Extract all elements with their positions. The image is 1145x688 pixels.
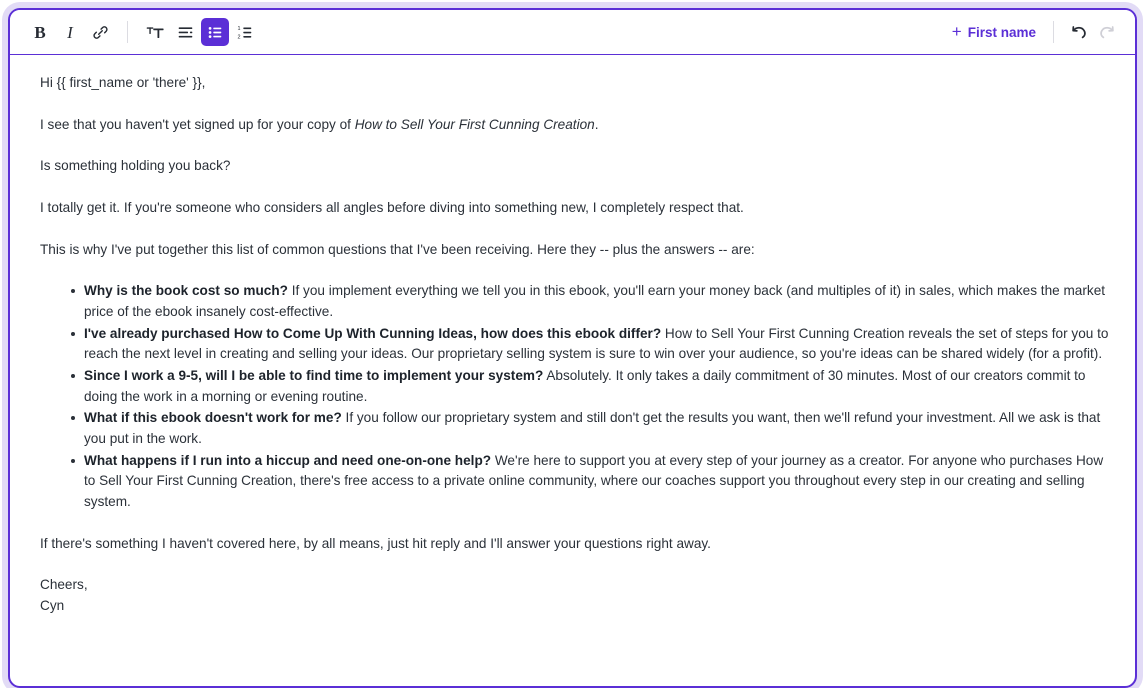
book-title-italic: How to Sell Your First Cunning Creation xyxy=(354,116,595,132)
email-body-editable-area[interactable]: Hi {{ first_name or 'there' }}, I see th… xyxy=(10,55,1135,676)
list-item: What happens if I run into a hiccup and … xyxy=(71,451,1113,513)
italic-icon: I xyxy=(67,22,73,42)
toolbar-divider xyxy=(127,21,128,43)
link-button[interactable] xyxy=(86,18,114,46)
editor-toolbar: B I 1 2 + First name xyxy=(10,10,1135,55)
faq-question: What if this ebook doesn't work for me? xyxy=(84,410,342,426)
paragraph-closing: If there's something I haven't covered h… xyxy=(40,535,711,551)
link-icon xyxy=(92,24,109,41)
italic-button[interactable]: I xyxy=(56,18,84,46)
text-size-icon xyxy=(146,24,165,41)
svg-text:1: 1 xyxy=(237,26,240,32)
numbered-list-button[interactable]: 1 2 xyxy=(231,18,259,46)
paragraph-greeting: Hi {{ first_name or 'there' }}, xyxy=(40,75,206,90)
faq-question: What happens if I run into a hiccup and … xyxy=(84,452,492,468)
svg-text:2: 2 xyxy=(237,34,240,40)
bold-icon: B xyxy=(34,22,46,42)
faq-question: Why is the book cost so much? xyxy=(84,283,288,299)
merge-tag-label: First name xyxy=(967,24,1036,40)
insert-first-name-merge-tag-button[interactable]: + First name xyxy=(946,20,1042,44)
toolbar-actions-group: + First name xyxy=(946,18,1121,46)
bulleted-list-icon xyxy=(207,24,224,41)
numbered-list-icon: 1 2 xyxy=(237,24,254,41)
bold-button[interactable]: B xyxy=(26,18,54,46)
list-item: I've already purchased How to Come Up Wi… xyxy=(71,324,1113,365)
redo-icon xyxy=(1098,23,1116,41)
align-left-icon xyxy=(177,24,194,41)
faq-question: Since I work a 9-5, will I be able to fi… xyxy=(84,367,544,383)
paragraph-respect: I totally get it. If you're someone who … xyxy=(40,199,744,215)
rich-text-editor: B I 1 2 + First name Hi {{first_name or… xyxy=(8,8,1137,688)
paragraph-list-lead-in: This is why I've put together this list … xyxy=(40,241,755,257)
intro-prefix-text: I see that you haven't yet signed up for… xyxy=(40,116,355,132)
paragraph-signoff: Cheers, xyxy=(40,577,88,593)
plus-icon: + xyxy=(951,22,962,41)
redo-button[interactable] xyxy=(1093,18,1121,46)
paragraph-holding-back: Is something holding you back? xyxy=(40,158,231,174)
toolbar-format-group: B I 1 2 xyxy=(26,18,259,46)
align-button[interactable] xyxy=(171,18,199,46)
faq-question: I've already purchased How to Come Up Wi… xyxy=(84,325,662,341)
undo-icon xyxy=(1070,23,1088,41)
bulleted-list-button[interactable] xyxy=(201,18,229,46)
list-item: What if this ebook doesn't work for me? … xyxy=(71,408,1113,449)
paragraph-intro: I see that you haven't yet signed up for… xyxy=(40,115,1113,136)
list-item: Since I work a 9-5, will I be able to fi… xyxy=(71,366,1113,407)
faq-bulleted-list: Why is the book cost so much? If you imp… xyxy=(40,281,1113,512)
list-item: Why is the book cost so much? If you imp… xyxy=(71,281,1113,322)
paragraph-signature: Cyn xyxy=(40,597,65,613)
text-size-button[interactable] xyxy=(141,18,169,46)
undo-button[interactable] xyxy=(1065,18,1093,46)
intro-suffix-text: . xyxy=(594,116,599,132)
toolbar-divider-actions xyxy=(1053,21,1054,43)
